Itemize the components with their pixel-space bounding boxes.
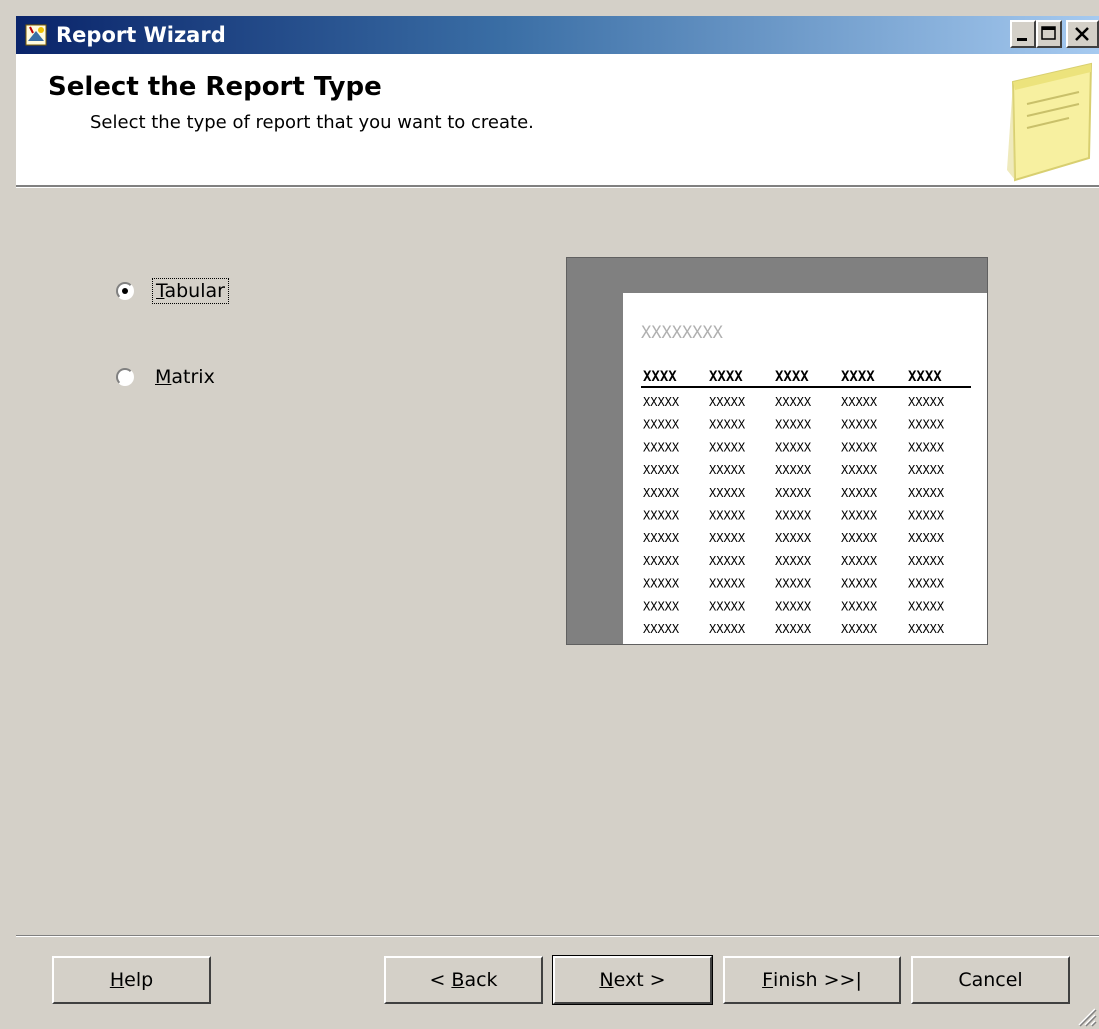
preview-row-cell: XXXXX (841, 531, 878, 545)
finish-button[interactable]: Finish >>| (723, 956, 901, 1004)
resize-grip-icon[interactable] (1073, 1003, 1097, 1027)
preview-title-placeholder: XXXXXXXX (641, 323, 724, 343)
radio-matrix[interactable]: Matrix (116, 365, 218, 389)
minimize-icon (1017, 38, 1027, 41)
header-divider (16, 185, 1099, 188)
report-note-icon (1007, 62, 1093, 182)
preview-row-cell: XXXXX (775, 622, 812, 636)
preview-row-cell: XXXXX (841, 599, 878, 613)
next-button[interactable]: Next > (552, 955, 713, 1005)
preview-row-cell: XXXXX (841, 622, 878, 636)
radio-button-matrix[interactable] (116, 368, 134, 386)
preview-row-cell: XXXXX (775, 418, 812, 432)
preview-row-cell: XXXXX (775, 395, 812, 409)
cancel-button[interactable]: Cancel (911, 956, 1070, 1004)
preview-row-cell: XXXXX (908, 395, 945, 409)
preview-row-cell: XXXXX (775, 509, 812, 523)
maximize-icon (1041, 26, 1056, 40)
preview-row-cell: XXXXX (709, 531, 746, 545)
preview-row-cell: XXXXX (643, 486, 680, 500)
preview-row-cell: XXXXX (908, 577, 945, 591)
page-title: Select the Report Type (48, 72, 382, 102)
preview-row-cell: XXXXX (775, 599, 812, 613)
preview-row-cell: XXXXX (643, 440, 680, 454)
minimize-button[interactable] (1010, 20, 1036, 48)
wizard-header: Select the Report Type Select the type o… (16, 54, 1099, 185)
preview-row-cell: XXXXX (775, 554, 812, 568)
preview-row-cell: XXXXX (841, 554, 878, 568)
preview-row-cell: XXXXX (908, 599, 945, 613)
preview-row-cell: XXXXX (643, 577, 680, 591)
preview-row-cell: XXXXX (908, 463, 945, 477)
preview-row-cell: XXXXX (709, 395, 746, 409)
preview-row-cell: XXXXX (775, 531, 812, 545)
preview-header-cell: XXXX (908, 369, 942, 385)
radio-label-matrix[interactable]: Matrix (152, 365, 218, 389)
preview-row-cell: XXXXX (709, 486, 746, 500)
radio-button-tabular[interactable] (116, 282, 134, 300)
radio-selected-dot (122, 288, 128, 294)
wizard-icon (25, 24, 47, 46)
preview-header-cell: XXXX (841, 369, 875, 385)
report-wizard-window: Report Wizard Select the Report Type Sel… (0, 0, 1099, 1029)
preview-row-cell: XXXXX (775, 577, 812, 591)
help-button[interactable]: Help (52, 956, 211, 1004)
window-title: Report Wizard (56, 23, 226, 47)
preview-row-cell: XXXXX (908, 440, 945, 454)
preview-row-cell: XXXXX (908, 509, 945, 523)
footer-divider (16, 935, 1099, 937)
report-preview: XXXXXXXX XXXX XXXX XXXX XXXX XXXX XXXXX XXXXX XX… (566, 257, 988, 645)
preview-row-cell: XXXXX (709, 463, 746, 477)
preview-row-cell: XXXXX (643, 418, 680, 432)
preview-row-cell: XXXXX (908, 418, 945, 432)
radio-tabular[interactable]: Tabular (116, 278, 229, 304)
preview-row-cell: XXXXX (709, 554, 746, 568)
close-icon (1075, 27, 1089, 41)
preview-header-cell: XXXX (643, 369, 677, 385)
preview-row-cell: XXXXX (643, 554, 680, 568)
preview-row-cell: XXXXX (841, 440, 878, 454)
preview-row-cell: XXXXX (709, 440, 746, 454)
preview-row-cell: XXXXX (709, 418, 746, 432)
preview-row-cell: XXXXX (643, 622, 680, 636)
title-bar[interactable]: Report Wizard (16, 16, 1099, 54)
preview-row-cell: XXXXX (643, 509, 680, 523)
preview-row-cell: XXXXX (709, 599, 746, 613)
preview-row-cell: XXXXX (709, 622, 746, 636)
preview-table-svg: XXXXXXXXXXXX XXXX XXXX XXXX XXXXXXXXX XXXXX XX… (641, 323, 971, 636)
preview-row-cell: XXXXX (908, 622, 945, 636)
preview-row-cell: XXXXX (775, 486, 812, 500)
preview-header-cell: XXXX (775, 369, 809, 385)
preview-row-cell: XXXXX (841, 509, 878, 523)
preview-row-cell: XXXXX (643, 599, 680, 613)
page-subtitle: Select the type of report that you want … (90, 112, 534, 133)
preview-row-cell: XXXXX (908, 531, 945, 545)
preview-row-cell: XXXXX (643, 531, 680, 545)
preview-row-cell: XXXXX (841, 577, 878, 591)
preview-row-cell: XXXXX (643, 395, 680, 409)
preview-row-cell: XXXXX (841, 463, 878, 477)
preview-row-cell: XXXXX (643, 463, 680, 477)
preview-row-cell: XXXXX (908, 554, 945, 568)
preview-row-cell: XXXXX (908, 486, 945, 500)
preview-row-cell: XXXXX (841, 395, 878, 409)
preview-row-cell: XXXXX (775, 463, 812, 477)
preview-row-cell: XXXXX (841, 418, 878, 432)
preview-header-cell: XXXX (709, 369, 743, 385)
maximize-button[interactable] (1036, 20, 1062, 48)
preview-row-cell: XXXXX (709, 509, 746, 523)
close-button[interactable] (1066, 20, 1099, 48)
preview-paper: XXXXXXXX XXXX XXXX XXXX XXXX XXXX XXXXX XXXXX XX… (623, 293, 987, 644)
back-button[interactable]: < Back (384, 956, 543, 1004)
preview-row-cell: XXXXX (709, 577, 746, 591)
preview-row-cell: XXXXX (841, 486, 878, 500)
preview-row-cell: XXXXX (775, 440, 812, 454)
radio-label-tabular[interactable]: Tabular (152, 278, 229, 304)
